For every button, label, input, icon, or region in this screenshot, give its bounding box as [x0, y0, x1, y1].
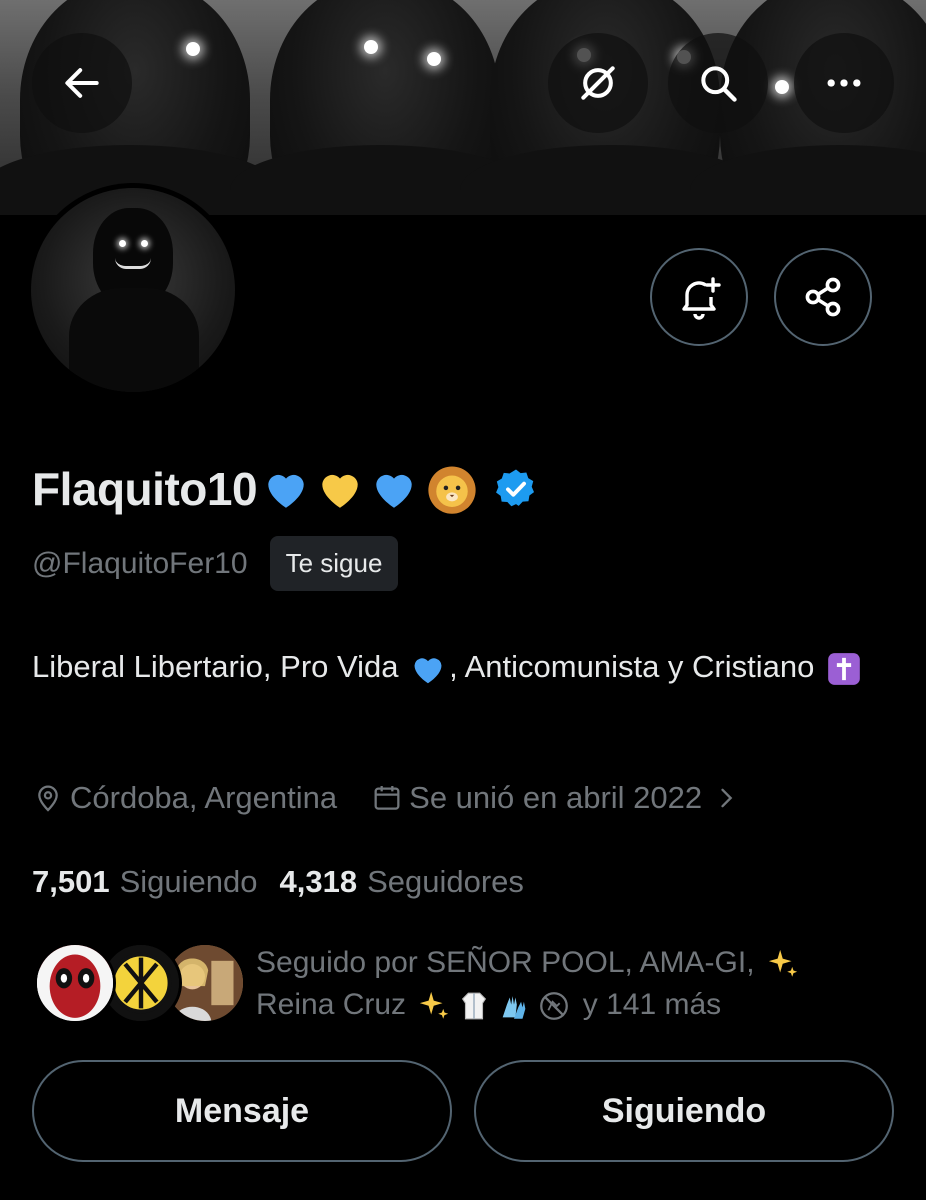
- share-icon: [805, 277, 841, 317]
- profile-bio: Liberal Libertario, Pro Vida , Anticomun…: [32, 640, 892, 694]
- location-text: Córdoba, Argentina: [70, 780, 338, 815]
- search-button[interactable]: [668, 33, 768, 133]
- followed-by-text[interactable]: Seguido por SEÑOR POOL, AMA-GI, Reina Cr…: [256, 942, 896, 1026]
- blue-heart-icon: [414, 658, 442, 684]
- following-count: 7,501: [32, 864, 110, 899]
- grok-icon: [581, 66, 615, 100]
- location: Córdoba, Argentina: [32, 780, 337, 816]
- join-date[interactable]: Se unió en abril 2022: [371, 780, 746, 816]
- calendar-icon: [374, 786, 400, 810]
- profile-avatar[interactable]: [26, 183, 240, 397]
- following-label: Siguiendo: [119, 864, 258, 899]
- bell-plus-icon: [682, 277, 721, 320]
- glowing-eye: [427, 52, 441, 66]
- bio-text: , Anticomunista y Cristiano: [449, 649, 823, 684]
- verified-badge-icon[interactable]: [493, 466, 539, 512]
- glowing-eye: [186, 42, 200, 56]
- avatar-figure-body: [69, 288, 199, 392]
- more-dots-icon: [827, 79, 861, 87]
- glowing-eye: [141, 240, 148, 247]
- followed-by-line1: Seguido por SEÑOR POOL, AMA-GI,: [256, 946, 763, 979]
- location-pin-icon: [38, 785, 58, 812]
- display-name: Flaquito10: [32, 463, 258, 515]
- no-symbol-icon: [540, 992, 569, 1020]
- profile-meta: Córdoba, Argentina Se unió en abril 2022: [32, 780, 746, 816]
- latin-cross-icon: [828, 652, 860, 685]
- profile-handle: @FlaquitoFer10: [32, 546, 248, 580]
- follower-avatar[interactable]: [34, 942, 116, 1024]
- handle-row: @FlaquitoFer10 Te sigue: [32, 536, 399, 591]
- followed-by-line2: Reina Cruz: [256, 988, 415, 1021]
- following-button[interactable]: Siguiendo: [474, 1060, 894, 1162]
- bio-text: Liberal Libertario, Pro Vida: [32, 649, 408, 684]
- avatar-image: [31, 188, 235, 392]
- message-button[interactable]: Mensaje: [32, 1060, 452, 1162]
- followers-link[interactable]: 4,318 Seguidores: [279, 864, 523, 900]
- deadpool-avatar-icon: [37, 945, 113, 1021]
- avatar-grin: [115, 258, 151, 269]
- arrow-left-icon: [65, 68, 99, 98]
- glowing-eye: [775, 80, 789, 94]
- lion-face-icon: [428, 466, 476, 514]
- glowing-eye: [364, 40, 378, 54]
- grok-button[interactable]: [548, 33, 648, 133]
- follows-you-badge: Te sigue: [269, 536, 399, 591]
- blue-heart-icon: [376, 474, 412, 508]
- join-date-text: Se unió en abril 2022: [409, 780, 703, 815]
- follow-counts: 7,501 Siguiendo 4,318 Seguidores: [32, 864, 524, 900]
- share-button[interactable]: [774, 248, 872, 346]
- notifications-button[interactable]: [650, 248, 748, 346]
- yellow-heart-icon: [322, 474, 358, 508]
- chevron-right-icon: [721, 788, 733, 808]
- lab-coat-icon: [462, 992, 487, 1020]
- more-button[interactable]: [794, 33, 894, 133]
- followers-label: Seguidores: [367, 864, 524, 899]
- gloves-icon: [503, 996, 526, 1019]
- glowing-eye: [119, 240, 126, 247]
- back-button[interactable]: [32, 33, 132, 133]
- following-link[interactable]: 7,501 Siguiendo: [32, 864, 257, 900]
- followers-count: 4,318: [279, 864, 358, 899]
- sparkles-icon: [768, 949, 798, 977]
- name-row: Flaquito10: [32, 462, 539, 516]
- blue-heart-icon: [268, 474, 304, 508]
- search-icon: [701, 66, 737, 102]
- followed-by-more: y 141 más: [574, 988, 722, 1021]
- sparkles-icon: [420, 991, 449, 1019]
